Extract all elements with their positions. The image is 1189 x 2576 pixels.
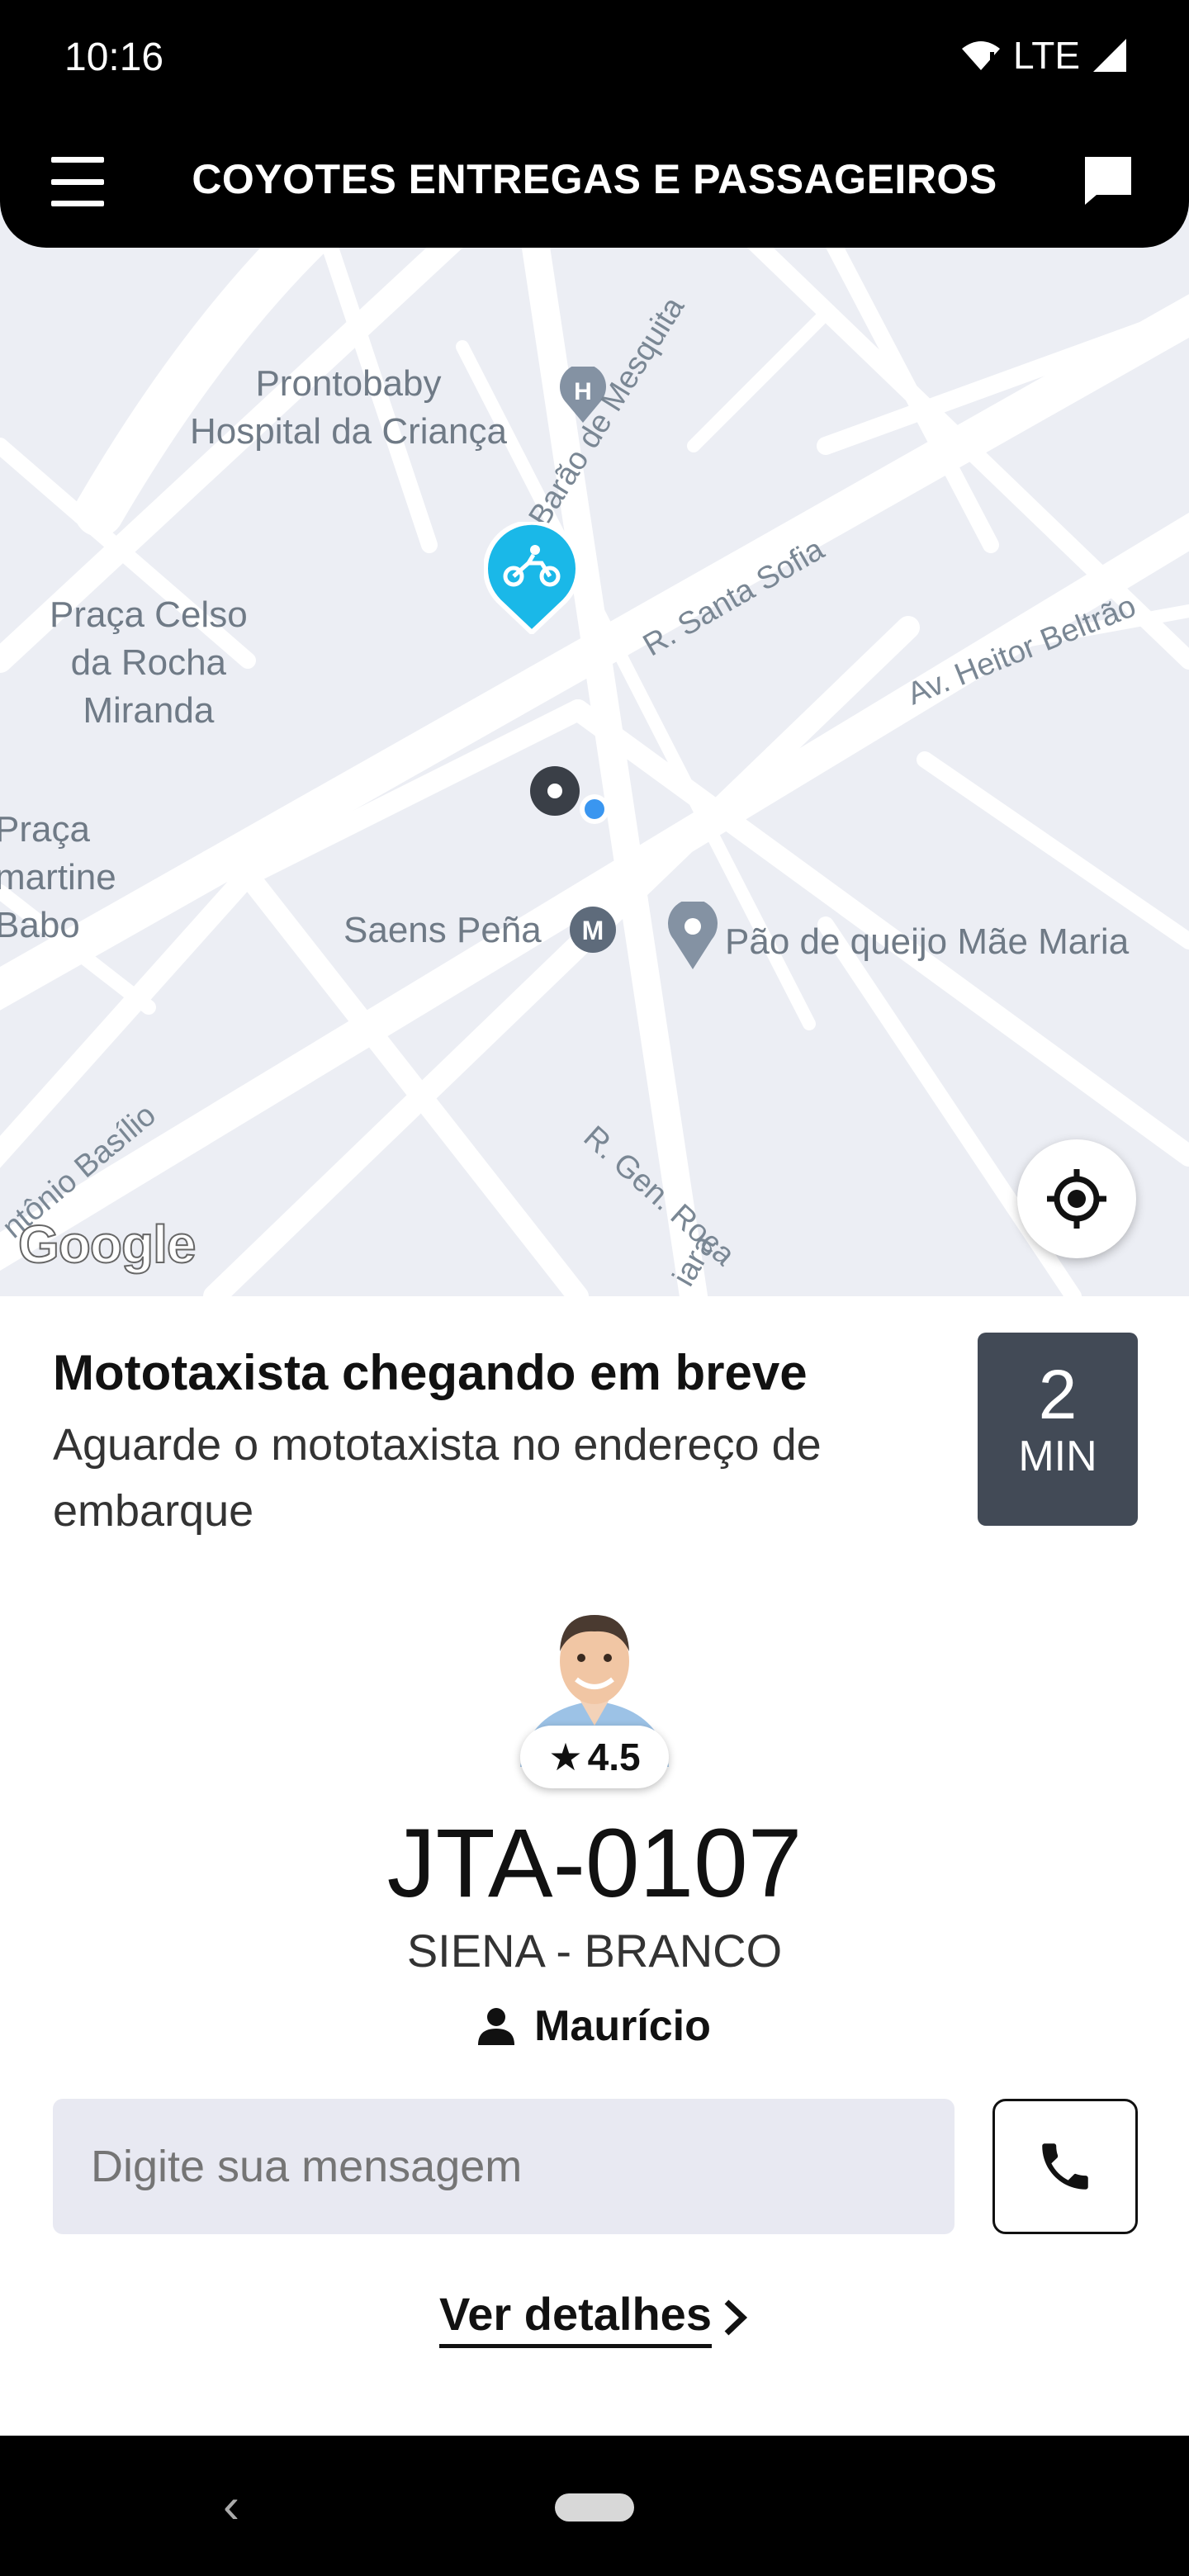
map-label-praca-celso: Praça Celso da Rocha Miranda — [50, 594, 248, 731]
rating-value: 4.5 — [587, 1735, 641, 1778]
call-button[interactable] — [992, 2099, 1138, 2234]
metro-icon: M — [570, 907, 616, 953]
star-icon: ★ — [548, 1735, 583, 1778]
eta-badge: 2 MIN — [978, 1333, 1138, 1526]
trip-sheet: Mototaxista chegando em breve Aguarde o … — [0, 1296, 1189, 2436]
signal-icon — [1093, 39, 1126, 72]
map-label-praca-lamartine: Praça martine Babo — [0, 809, 116, 945]
home-handle[interactable] — [555, 2493, 634, 2522]
vehicle-plate: JTA-0107 — [386, 1809, 803, 1918]
eta-unit: MIN — [1018, 1432, 1097, 1480]
trip-status-subtitle: Aguarde o mototaxista no endereço de emb… — [53, 1420, 822, 1536]
driver-name: Maurício — [534, 2002, 711, 2050]
motorcycle-marker-icon[interactable] — [484, 522, 580, 634]
back-icon[interactable]: ‹ — [223, 2477, 239, 2534]
network-type: LTE — [1013, 34, 1080, 77]
vehicle-description: SIENA - BRANCO — [406, 1925, 783, 1977]
map-label-hospital: Prontobaby Hospital da Criança — [190, 363, 507, 452]
app-bar: COYOTES ENTREGAS E PASSAGEIROS — [0, 124, 1189, 239]
status-time: 10:16 — [64, 36, 164, 79]
driver-rating: ★ 4.5 — [520, 1726, 669, 1788]
svg-text:M: M — [582, 916, 604, 945]
person-icon — [478, 2008, 515, 2045]
top-bar: 10:16 LTE COYOTES ENTREGAS E PASSAGEIROS — [0, 0, 1189, 248]
status-bar: 10:16 LTE — [0, 0, 1189, 124]
app-title: COYOTES ENTREGAS E PASSAGEIROS — [192, 156, 997, 202]
crosshair-icon — [1047, 1169, 1106, 1229]
details-link[interactable]: Ver detalhes — [0, 2287, 1189, 2348]
google-attribution: Google — [17, 1214, 197, 1275]
phone-icon — [1042, 2143, 1088, 2190]
my-location-button[interactable] — [1017, 1139, 1136, 1258]
trip-status-title: Mototaxista chegando em breve — [53, 1345, 808, 1400]
map-label-pao-de-queijo: Pão de queijo Mãe Maria — [725, 921, 1130, 962]
details-label: Ver detalhes — [439, 2287, 712, 2348]
system-nav-bar: ‹ — [0, 2436, 1189, 2576]
chat-icon[interactable] — [1082, 154, 1135, 206]
eta-value: 2 — [1038, 1356, 1078, 1433]
wifi-icon — [962, 41, 1001, 70]
place-pin-icon — [668, 902, 718, 969]
message-input[interactable] — [53, 2099, 955, 2234]
status-icons: LTE — [960, 33, 1128, 78]
map-label-saens-pena: Saens Peña — [343, 910, 542, 950]
chevron-right-icon — [724, 2299, 748, 2336]
driver-name-row: Maurício — [0, 2001, 1189, 2051]
map-view[interactable]: Prontobaby Hospital da Criança H Praça C… — [0, 198, 1189, 1296]
